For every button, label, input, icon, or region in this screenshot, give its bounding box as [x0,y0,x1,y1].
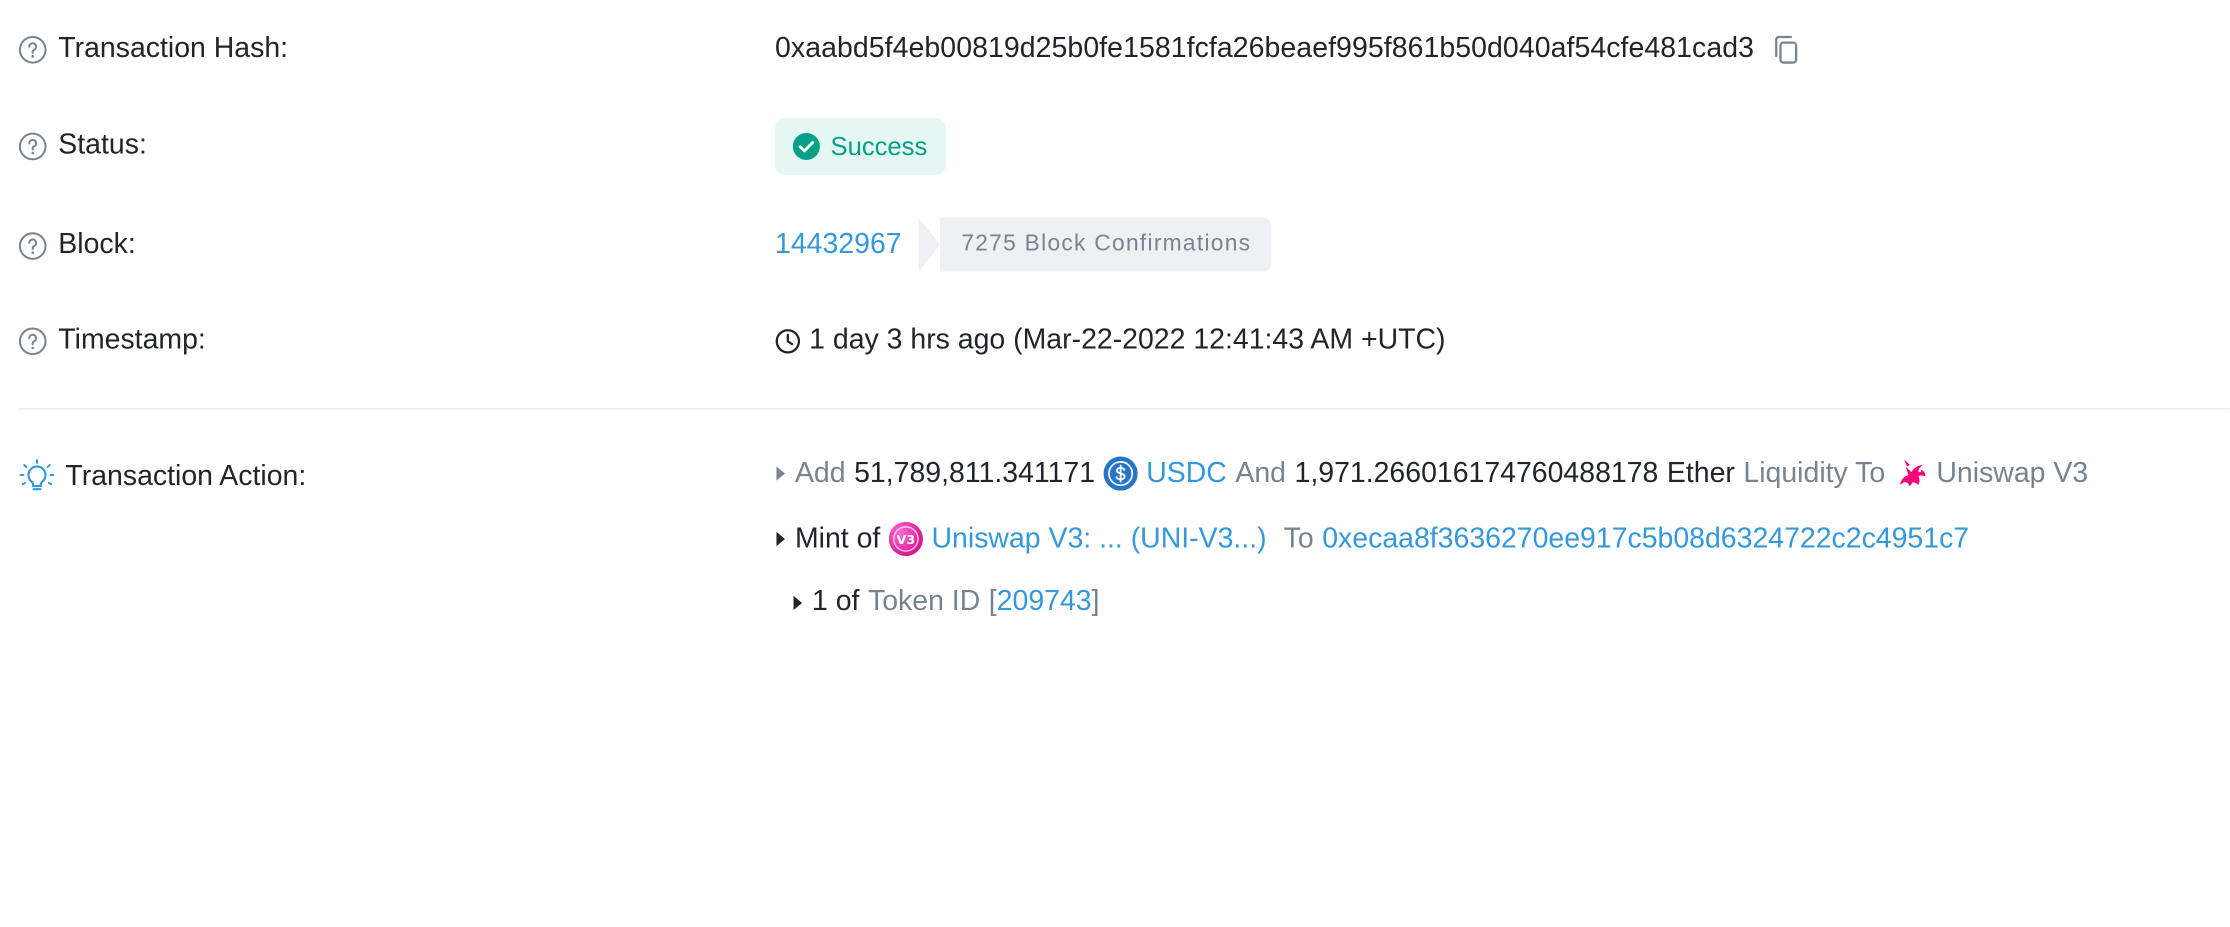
lightbulb-icon [19,459,55,491]
block-confirmations-badge: 7275 Block Confirmations [918,217,1272,272]
amount-ether: 1,971.266016174760488178 [1294,457,1659,489]
timestamp-value: 1 day 3 hrs ago (Mar-22-2022 12:41:43 AM… [809,324,1446,356]
label-status: Status: [58,129,147,161]
usdc-logo-icon[interactable] [1103,456,1138,491]
amount-usdc: 51,789,811.341171 [854,457,1096,489]
transaction-overview: Transaction Hash: 0xaabd5f4eb00819d25b0f… [0,0,2230,651]
label-transaction-hash: Transaction Hash: [58,32,289,64]
token-usdc-link[interactable]: USDC [1146,457,1227,490]
nft-uniswap-v3-link[interactable]: Uniswap V3: ... (UNI-V3...) [932,523,1267,556]
svg-text:V3: V3 [897,533,916,548]
token-ether: Ether [1666,457,1735,489]
transaction-details-page: Transaction Hash: 0xaabd5f4eb00819d25b0f… [0,0,2230,927]
check-circle-icon [792,132,820,160]
action-liquidity-to: Liquidity To [1743,457,1886,489]
status-text: Success [830,131,928,160]
uniswap-unicorn-icon[interactable] [1894,456,1931,490]
label-transaction-action: Transaction Action: [65,460,307,492]
status-badge: Success [775,118,946,175]
block-number-link[interactable]: 14432967 [775,228,902,261]
caret-right-icon [776,531,785,547]
value-group: 0xaabd5f4eb00819d25b0fe1581fcfa26beaef99… [775,33,1802,66]
clock-icon [775,328,801,353]
row-transaction-hash: Transaction Hash: 0xaabd5f4eb00819d25b0f… [0,20,2230,77]
caret-right-icon [793,595,803,610]
token-id-label: Token ID [867,585,981,618]
action-verb-add: Add [794,457,846,489]
row-status: Status: Success [0,115,2230,175]
value-group: Success [775,118,946,175]
action-mint-of: Mint of [794,522,881,554]
label-group: Block: [18,228,136,262]
label-group: Timestamp: [18,324,206,357]
label-group: Transaction Hash: [18,33,288,66]
bracket-open: [ [988,585,997,618]
token-id-link[interactable]: 209743 [997,586,1092,619]
row-action-mint: Mint of V3 Uniswap V3: ... (UNI-V3...) T… [0,513,2230,570]
action-and: And [1235,457,1287,489]
token-count: 1 of [812,585,860,618]
action-line-add-liquidity: Add 51,789,811.341171 USDC And 1,971.266… [775,456,2088,491]
transaction-hash-value[interactable]: 0xaabd5f4eb00819d25b0fe1581fcfa26beaef99… [775,33,1754,66]
action-line-token-id: 1 of Token ID [209743] [792,585,1100,619]
row-timestamp: Timestamp: 1 day 3 hrs ago (Mar-22-2022 … [0,311,2230,368]
question-circle-icon[interactable] [18,326,47,355]
copy-icon[interactable] [1771,33,1802,64]
row-transaction-action: Transaction Action: Add 51,789,811.34117… [0,448,2230,505]
label-timestamp: Timestamp: [58,324,206,356]
caret-right-icon [776,466,785,481]
row-block: Block: 14432967 7275 Block Confirmations [0,216,2230,273]
action-line-mint: Mint of V3 Uniswap V3: ... (UNI-V3...) T… [775,521,1969,557]
uniswap-v3-nft-icon[interactable]: V3 [888,521,923,557]
label-block: Block: [58,228,136,261]
row-action-token-id: 1 of Token ID [209743] [0,577,2230,634]
question-circle-icon[interactable] [18,231,47,260]
value-group: 1 day 3 hrs ago (Mar-22-2022 12:41:43 AM… [775,324,1445,357]
recipient-address-link[interactable]: 0xecaa8f3636270ee917c5b08d6324722c2c4951… [1322,523,1969,556]
label-group: Status: [18,129,147,162]
question-circle-icon[interactable] [18,35,47,63]
bracket-close: ] [1091,585,1100,618]
protocol-uniswap-v3[interactable]: Uniswap V3 [1936,457,2088,490]
section-divider [18,408,2230,410]
label-group: Transaction Action: [18,458,306,495]
action-to: To [1283,522,1314,554]
question-circle-icon[interactable] [18,131,47,160]
value-group: 14432967 7275 Block Confirmations [775,217,1272,272]
